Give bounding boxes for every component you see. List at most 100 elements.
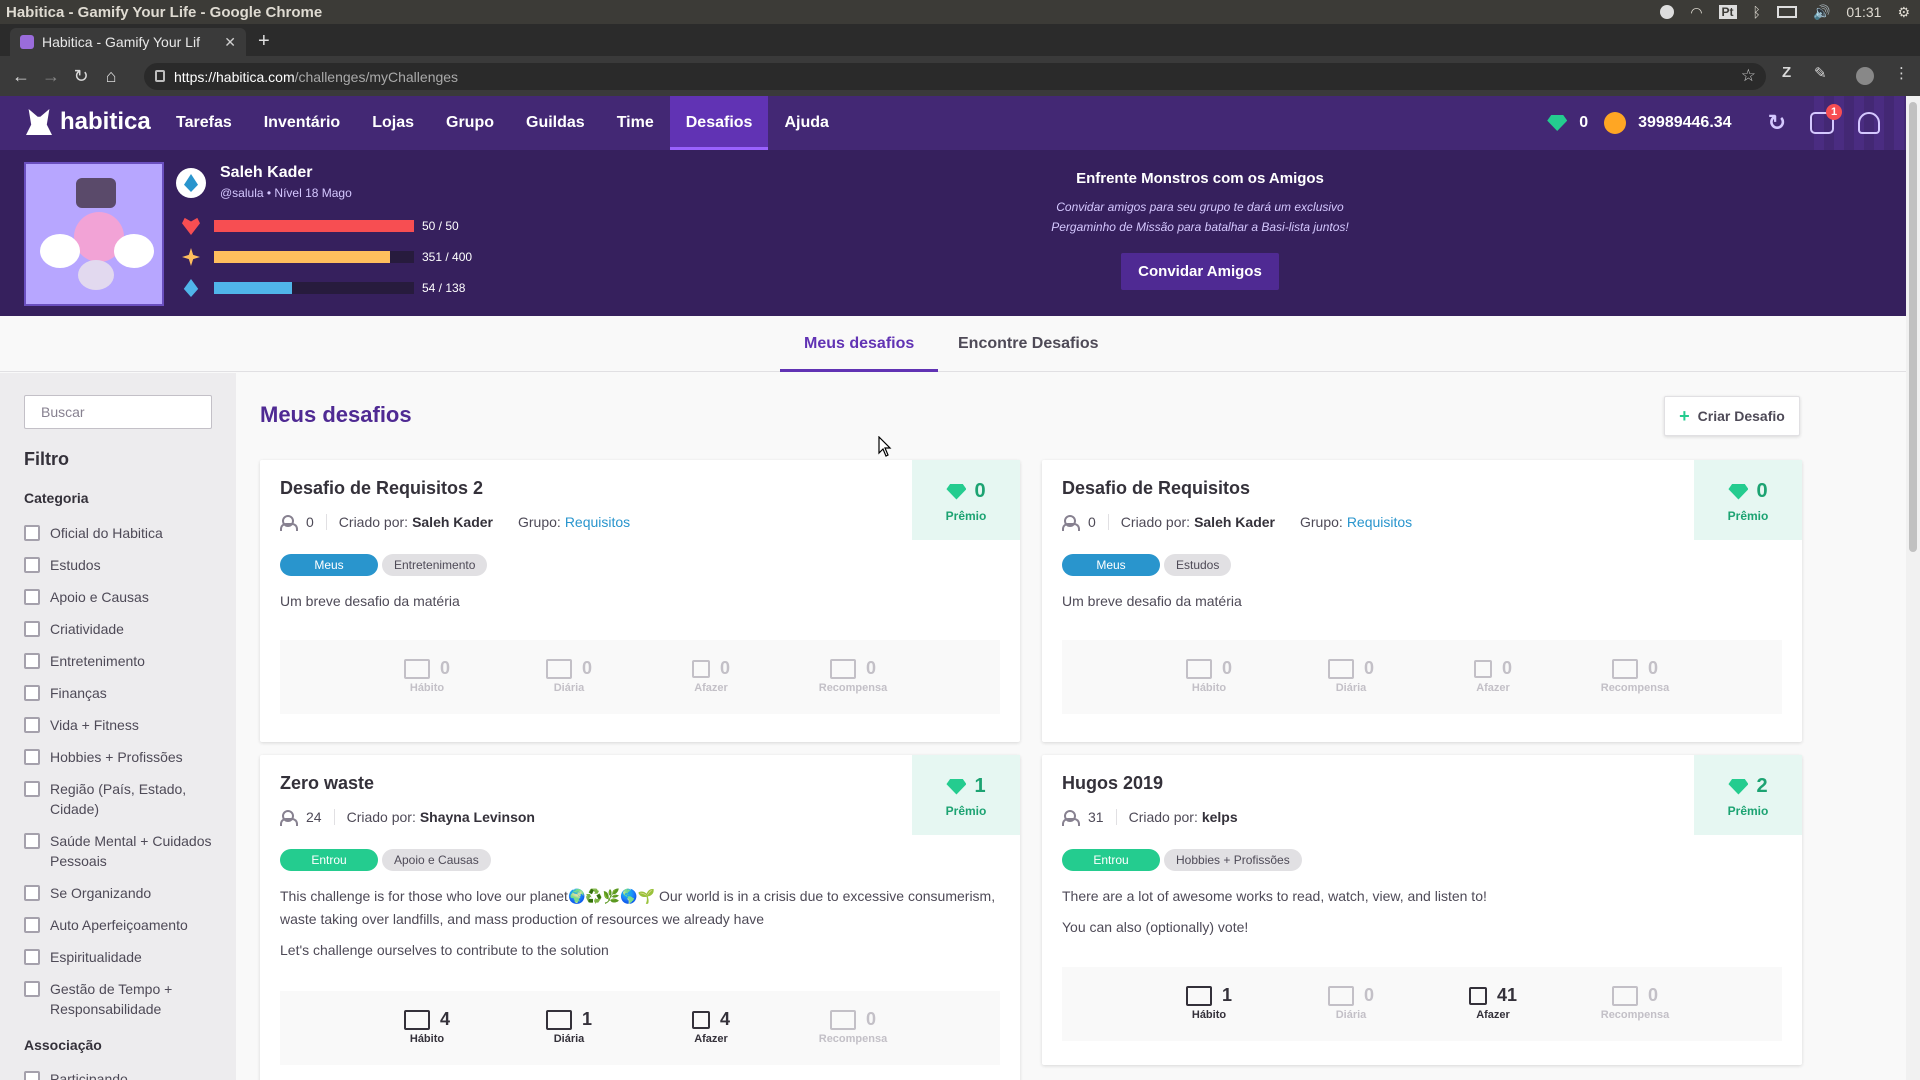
group-link[interactable]: Requisitos (1347, 514, 1412, 530)
group-link[interactable]: Requisitos (565, 514, 630, 530)
checkbox[interactable] (24, 717, 40, 733)
checkbox[interactable] (24, 1071, 40, 1080)
scrollbar-thumb[interactable] (1909, 102, 1917, 552)
notifications-icon[interactable]: 1 (1810, 104, 1842, 134)
page-scrollbar[interactable] (1906, 96, 1920, 1080)
category-badge[interactable]: Hobbies + Profissões (1164, 849, 1302, 871)
volume-icon[interactable]: 🔊 (1813, 4, 1830, 21)
category-badge[interactable]: Apoio e Causas (382, 849, 491, 871)
membership-checkbox-participating[interactable]: Participando (24, 1069, 224, 1080)
category-checkbox[interactable]: Região (País, Estado, Cidade) (24, 779, 224, 819)
keyboard-language[interactable]: Pt (1718, 5, 1737, 19)
avatar[interactable] (24, 162, 164, 306)
checkbox[interactable] (24, 685, 40, 701)
creator-name[interactable]: kelps (1202, 809, 1238, 825)
category-checkbox[interactable]: Apoio e Causas (24, 587, 224, 607)
lock-icon[interactable] (155, 70, 165, 82)
status-badge[interactable]: Meus (1062, 554, 1160, 576)
invite-friends-button[interactable]: Convidar Amigos (1121, 253, 1279, 290)
task-count-label: Hábito (409, 1033, 445, 1045)
user-icon[interactable] (1858, 112, 1880, 134)
new-tab-icon[interactable]: + (258, 30, 270, 53)
category-checkbox[interactable]: Espiritualidade (24, 947, 224, 967)
menu-tarefas[interactable]: Tarefas (160, 96, 248, 150)
category-badge[interactable]: Entretenimento (382, 554, 488, 576)
wifi-icon[interactable]: ◠ (1690, 4, 1702, 21)
search-input[interactable]: Buscar (24, 395, 212, 429)
menu-lojas[interactable]: Lojas (356, 96, 430, 150)
challenge-card[interactable]: Desafio de Requisitos 2 0 Criado por: Saleh… (260, 460, 1020, 742)
checkbox[interactable] (24, 621, 40, 637)
checkbox[interactable] (24, 589, 40, 605)
create-challenge-button[interactable]: + Criar Desafio (1664, 396, 1800, 436)
creator-name[interactable]: Saleh Kader (412, 514, 493, 530)
forward-icon[interactable]: → (36, 66, 66, 87)
extension-z-icon[interactable]: Z (1782, 64, 1791, 81)
checkbox[interactable] (24, 653, 40, 669)
category-checkbox[interactable]: Criatividade (24, 619, 224, 639)
challenge-card[interactable]: Hugos 2019 31 Criado por: kelps 2 Prêmio Entro… (1042, 755, 1802, 1065)
checkbox[interactable] (24, 781, 40, 797)
challenge-card[interactable]: Zero waste 24 Criado por: Shayna Levinson 1 P… (260, 755, 1020, 1080)
checkbox[interactable] (24, 525, 40, 541)
address-bar[interactable]: https://habitica.com/challenges/myChalle… (144, 63, 1766, 90)
category-checkbox[interactable]: Oficial do Habitica (24, 523, 224, 543)
category-checkbox[interactable]: Auto Aperfeiçoamento (24, 915, 224, 935)
profile-avatar-icon[interactable] (1856, 67, 1874, 85)
menu-ajuda[interactable]: Ajuda (768, 96, 844, 150)
menu-guildas[interactable]: Guildas (510, 96, 601, 150)
browser-menu-icon[interactable]: ⋮ (1894, 64, 1909, 82)
sync-icon[interactable]: ↻ (1768, 110, 1786, 136)
browser-tab[interactable]: Habitica - Gamify Your Lif ✕ (10, 28, 246, 56)
bookmark-star-icon[interactable]: ☆ (1741, 66, 1756, 86)
menu-grupo[interactable]: Grupo (430, 96, 510, 150)
checkbox[interactable] (24, 557, 40, 573)
challenge-card[interactable]: Desafio de Requisitos 0 Criado por: Saleh K… (1042, 460, 1802, 742)
prize-box: 0 Prêmio (1694, 460, 1802, 540)
bluetooth-icon[interactable]: ᛒ (1753, 4, 1761, 20)
creator-name[interactable]: Shayna Levinson (420, 809, 535, 825)
battery-icon[interactable] (1776, 6, 1797, 18)
checkbox-label: Criatividade (50, 621, 124, 637)
challenge-title[interactable]: Hugos 2019 (1062, 773, 1163, 794)
home-icon[interactable]: ⌂ (96, 66, 126, 87)
checkbox[interactable] (24, 833, 40, 849)
habitica-logo[interactable]: habitica (26, 108, 151, 136)
challenge-title[interactable]: Zero waste (280, 773, 374, 794)
category-checkbox[interactable]: Vida + Fitness (24, 715, 224, 735)
checkbox[interactable] (24, 917, 40, 933)
extension-pen-icon[interactable]: ✎ (1814, 64, 1827, 82)
clock[interactable]: 01:31 (1846, 4, 1881, 20)
back-icon[interactable]: ← (6, 66, 36, 87)
checkbox[interactable] (24, 885, 40, 901)
checkbox[interactable] (24, 749, 40, 765)
status-badge[interactable]: Entrou (280, 849, 378, 871)
checkbox[interactable] (24, 949, 40, 965)
creator-name[interactable]: Saleh Kader (1194, 514, 1275, 530)
category-checkbox[interactable]: Hobbies + Profissões (24, 747, 224, 767)
prize-value: 0 (1756, 480, 1768, 502)
task-count-label: Diária (553, 682, 585, 694)
dropbox-icon[interactable] (1660, 5, 1675, 19)
category-checkbox[interactable]: Finanças (24, 683, 224, 703)
settings-gear-icon[interactable]: ⚙ (1897, 4, 1910, 21)
challenge-title[interactable]: Desafio de Requisitos (1062, 478, 1250, 499)
reload-icon[interactable]: ↻ (66, 66, 96, 87)
category-checkbox[interactable]: Estudos (24, 555, 224, 575)
category-checkbox[interactable]: Entretenimento (24, 651, 224, 671)
status-badge[interactable]: Entrou (1062, 849, 1160, 871)
menu-inventario[interactable]: Inventário (248, 96, 356, 150)
tab-close-icon[interactable]: ✕ (224, 34, 236, 51)
category-checkbox[interactable]: Gestão de Tempo + Responsabilidade (24, 979, 224, 1019)
checkbox[interactable] (24, 981, 40, 997)
menu-desafios[interactable]: Desafios (669, 96, 769, 150)
challenge-title[interactable]: Desafio de Requisitos 2 (280, 478, 483, 499)
tab-my-challenges[interactable]: Meus desafios (780, 316, 939, 372)
category-checkbox[interactable]: Saúde Mental + Cuidados Pessoais (24, 831, 224, 871)
category-checkbox[interactable]: Se Organizando (24, 883, 224, 903)
status-badge[interactable]: Meus (280, 554, 378, 576)
task-count-label: Hábito (1191, 682, 1227, 694)
menu-time[interactable]: Time (601, 96, 670, 150)
category-badge[interactable]: Estudos (1164, 554, 1232, 576)
tab-find-challenges[interactable]: Encontre Desafios (934, 316, 1122, 372)
